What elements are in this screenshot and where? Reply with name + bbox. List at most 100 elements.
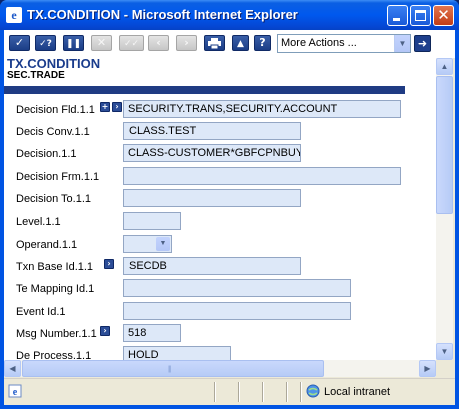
maximize-button[interactable] [410,5,431,26]
more-actions-dropdown[interactable]: More Actions ... ▼ [277,34,411,53]
event-id-input[interactable] [123,302,351,320]
scroll-up-button[interactable]: ▲ [232,35,249,51]
minimize-button[interactable] [387,5,408,26]
more-actions-label: More Actions ... [281,37,357,49]
decision-input[interactable]: CLASS-CUSTOMER*GBFCPNBUY [123,144,301,162]
svg-text:e: e [13,387,18,398]
minimize-icon [393,18,400,21]
chevron-down-icon[interactable]: ▼ [156,237,170,251]
dropdown-icon[interactable]: › [104,259,114,269]
status-bar: e Local intranet [4,378,455,405]
field-label: Decision Fld.1.1 [16,104,95,116]
maximize-icon [415,10,426,21]
chevron-right-icon: › [184,36,189,49]
form-row-msg-number: Msg Number.1.1 › 518 [4,324,436,344]
commit-button[interactable]: ✓ [9,35,30,51]
validate-button[interactable]: ✓? [35,35,56,51]
msg-number-input[interactable]: 518 [123,324,181,342]
grip-icon: ||| [168,366,172,373]
print-button[interactable] [204,35,225,51]
chevron-down-icon[interactable]: ▼ [394,35,410,52]
form-row-event-id: Event Id.1 [4,302,436,322]
field-label: Decision.1.1 [16,148,77,160]
form-row-de-process: De Process.1.1 HOLD [4,346,436,360]
level-input[interactable] [123,212,181,230]
close-button[interactable]: ✕ [433,5,454,26]
horizontal-scrollbar[interactable]: ◀ ||| ▶ [4,360,436,377]
form-toolbar: ✓ ✓? ❚❚ ✕ ✓✓ ‹ › ▲ ? More Actions ... ▼ … [4,30,455,58]
page-subtitle: SEC.TRADE [7,70,65,81]
scrollbar-corner [436,360,453,377]
form-row-operand: Operand.1.1 ▼ [4,233,436,253]
x-icon: ✕ [96,36,107,49]
scroll-down-arrow[interactable]: ▼ [436,343,453,360]
form-row-decis-conv: Decis Conv.1.1 CLASS.TEST [4,122,436,142]
checkmark-icon: ✓ [14,36,25,49]
status-divider [238,382,240,402]
ie-logo-icon: e [6,7,22,23]
field-label: Te Mapping Id.1 [16,283,95,295]
expand-icon[interactable]: + [100,102,110,112]
form-row-decision: Decision.1.1 CLASS-CUSTOMER*GBFCPNBUY [4,144,436,164]
decis-conv-input[interactable]: CLASS.TEST [123,122,301,140]
vertical-scroll-thumb[interactable] [436,76,453,214]
browser-client-area: ✓ ✓? ❚❚ ✕ ✓✓ ‹ › ▲ ? More Actions ... ▼ … [4,30,455,405]
decision-fld-input[interactable]: SECURITY.TRANS,SECURITY.ACCOUNT [123,100,401,118]
vertical-scrollbar[interactable]: ▲ ▼ [436,58,453,360]
field-label: Operand.1.1 [16,239,78,251]
te-mapping-id-input[interactable] [123,279,351,297]
horizontal-scroll-thumb[interactable]: ||| [22,360,324,377]
intranet-zone-icon [306,384,320,398]
field-label: Decision Frm.1.1 [16,171,100,183]
chevron-down-icon: ▼ [440,347,449,356]
go-button[interactable]: ➜ [414,35,431,52]
window-title: TX.CONDITION - Microsoft Internet Explor… [27,7,298,22]
authorise-button[interactable]: ✓✓ [119,35,144,51]
page-content: TX.CONDITION SEC.TRADE Decision Fld.1.1 … [4,58,436,360]
txn-base-id-input[interactable]: SECDB [123,257,301,275]
form-row-txn-base-id: Txn Base Id.1.1 › SECDB [4,257,436,277]
dropdown-icon[interactable]: › [112,102,122,112]
field-label: Decis Conv.1.1 [16,126,90,138]
printer-icon [208,38,221,52]
chevron-right-icon: ▶ [424,364,431,373]
security-zone-label: Local intranet [324,386,391,398]
field-label: Event Id.1 [16,306,66,318]
pause-icon: ❚❚ [65,39,82,49]
title-bar[interactable]: e TX.CONDITION - Microsoft Internet Expl… [0,0,459,30]
scroll-left-arrow[interactable]: ◀ [4,360,21,377]
field-label: Level.1.1 [16,216,61,228]
status-divider [286,382,288,402]
scroll-up-arrow[interactable]: ▲ [436,58,453,75]
arrow-right-icon: ➜ [417,37,428,50]
next-button[interactable]: › [176,35,197,51]
form-row-te-mapping-id: Te Mapping Id.1 [4,279,436,299]
dropdown-icon[interactable]: › [100,326,110,336]
page-done-icon: e [8,384,22,398]
field-label: Txn Base Id.1.1 [16,261,94,273]
delete-button[interactable]: ✕ [91,35,112,51]
scroll-right-arrow[interactable]: ▶ [419,360,436,377]
form-row-decision-fld: Decision Fld.1.1 + › SECURITY.TRANS,SECU… [4,100,436,120]
previous-button[interactable]: ‹ [148,35,169,51]
chevron-left-icon: ‹ [156,36,161,49]
help-button[interactable]: ? [254,35,271,51]
browser-window: e TX.CONDITION - Microsoft Internet Expl… [0,0,459,409]
status-divider [262,382,264,402]
hold-button[interactable]: ❚❚ [63,35,84,51]
decision-frm-input[interactable] [123,167,401,185]
check-question-icon: ✓? [39,39,52,49]
decision-to-input[interactable] [123,189,301,207]
status-divider [214,382,216,402]
section-divider [4,86,405,94]
field-label: Decision To.1.1 [16,193,92,205]
close-icon: ✕ [437,6,450,24]
chevron-left-icon: ◀ [9,364,16,373]
chevron-up-icon: ▲ [440,62,449,71]
chevron-up-icon: ▲ [237,39,244,49]
form-row-decision-frm: Decision Frm.1.1 [4,167,436,187]
de-process-input[interactable]: HOLD [123,346,231,360]
double-check-icon: ✓✓ [123,39,140,49]
field-label: De Process.1.1 [16,350,92,360]
form-row-level: Level.1.1 [4,212,436,232]
